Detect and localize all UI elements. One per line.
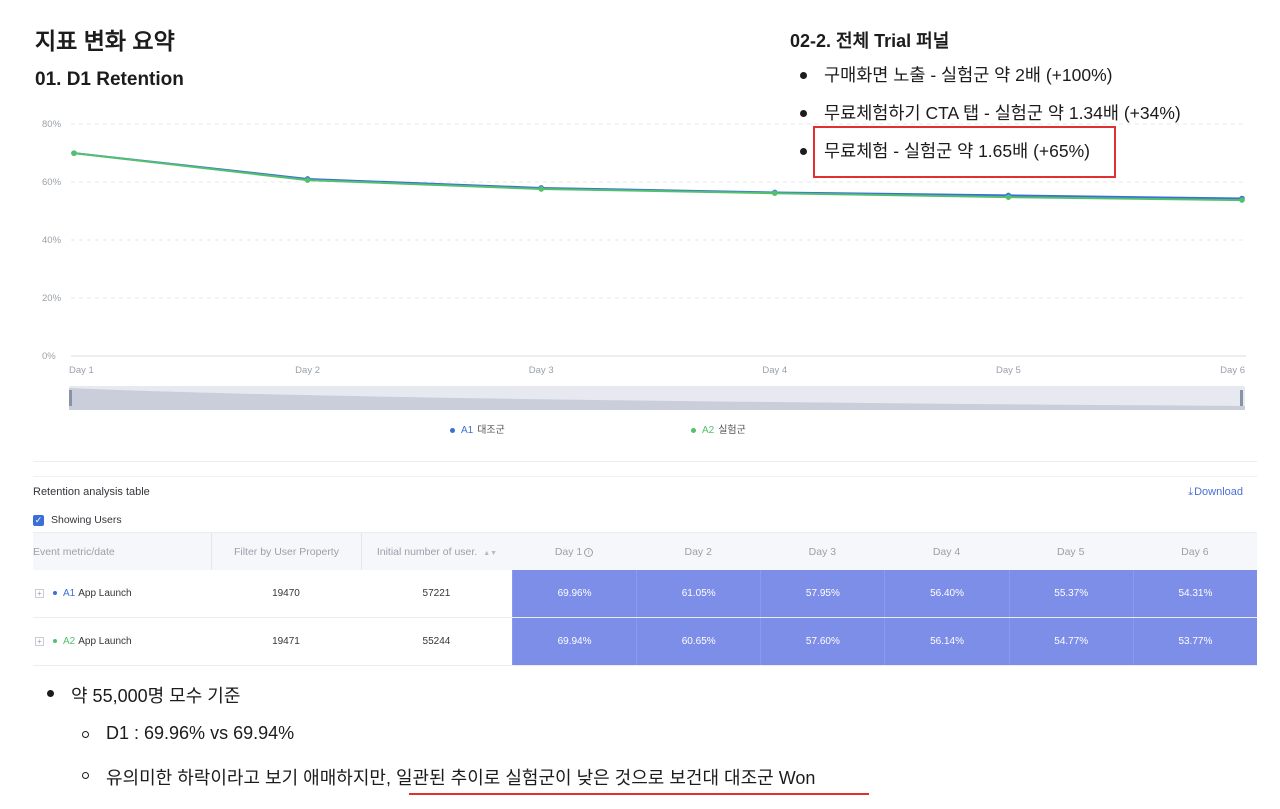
day-cell[interactable]: 69.94% [511,618,637,665]
column-header-initial-users-label: Initial number of user. [376,546,478,558]
funnel-item: 구매화면 노출 - 실험군 약 2배 (+100%) [800,62,1181,100]
day-cell[interactable]: 61.05% [636,570,761,617]
column-header-filter[interactable]: Filter by User Property [210,533,361,570]
note-subitem: D1 : 69.96% vs 69.94% [106,723,295,743]
column-header-day6[interactable]: Day 6 [1133,533,1257,570]
legend-item-a2[interactable]: A2 실험군 [691,421,746,436]
column-header-day4[interactable]: Day 4 [884,533,1008,570]
table-header-row: Event metric/date Filter by User Propert… [33,532,1257,570]
table-header-bar [33,476,1257,506]
x-tick-label: Day 2 [295,365,320,376]
sub-bullet-icon [82,772,89,779]
retention-chart-svg: 80% 60% 40% 20% 0% Day 1 Day 2 Day 3 Day 4 Day 5 D… [42,119,1246,410]
page-title: 지표 변화 요약 [35,28,175,54]
retention-table: Event metric/date Filter by User Propert… [33,532,1257,666]
column-header-day1[interactable]: Day 1i [512,533,636,570]
bullet-icon [47,690,54,697]
table-caption: Retention analysis table [33,486,150,498]
legend-code: A1 [461,425,474,436]
section-title-d1-retention: 01. D1 Retention [35,69,184,90]
filter-cell: 19470 [272,588,300,599]
data-point [538,186,544,192]
expand-icon[interactable]: + [35,636,44,646]
data-point [71,150,77,156]
data-point [772,190,778,196]
emphasis-underline [409,793,869,795]
filter-cell: 19471 [272,636,300,647]
download-label: Download [1194,486,1243,498]
section-title-trial-funnel: 02-2. 전체 Trial 퍼널 [790,31,950,51]
legend-dot-icon [450,427,455,433]
day-cell[interactable]: 55.37% [1008,570,1133,617]
series-line-a2 [73,152,1243,202]
column-header-initial-users[interactable]: Initial number of user. ▲▼ [360,533,512,570]
showing-users-checkbox[interactable]: ✓ Showing Users [33,514,122,526]
download-icon: ⤓ [1188,486,1194,498]
x-tick-label: Day 1 [69,365,94,376]
x-tick-label: Day 5 [996,365,1021,376]
legend-dot-icon [691,427,696,433]
table-row: + A2 App Launch 19471 55244 69.94% 60.65% … [33,618,1257,666]
day-cell[interactable]: 54.77% [1008,618,1133,665]
x-tick-label: Day 6 [1220,365,1245,376]
sub-bullet-icon [82,731,89,738]
legend-label: 대조군 [477,425,505,436]
series-dot-icon [53,591,57,596]
info-icon[interactable]: i [584,547,594,557]
bullet-icon [800,72,807,79]
table-row: + A1 App Launch 19470 57221 69.96% 61.05% … [33,570,1257,618]
download-button[interactable]: ⤓Download [1188,486,1243,499]
row-event: App Launch [78,588,132,599]
initial-users-cell: 55244 [422,636,451,647]
column-header-day3[interactable]: Day 3 [760,533,884,570]
row-code: A1 [63,588,76,599]
expand-icon[interactable]: + [35,588,44,598]
day-cell[interactable]: 54.31% [1132,570,1257,617]
row-event: App Launch [78,636,132,647]
x-tick-label: Day 4 [762,365,787,376]
y-tick-label: 20% [42,293,62,304]
legend-label: 실험군 [718,425,746,436]
day-cell[interactable]: 53.77% [1132,618,1257,665]
data-point [304,177,311,183]
showing-users-label: Showing Users [51,514,122,526]
series-dot-icon [53,639,57,644]
day-cell[interactable]: 56.14% [884,618,1009,665]
y-tick-label: 60% [42,177,62,188]
retention-chart: 80% 60% 40% 20% 0% Day 1 Day 2 Day 3 Day 4 Day 5 D… [33,110,1255,470]
checkbox-checked-icon[interactable]: ✓ [33,514,44,526]
note-item: 약 55,000명 모수 기준 [71,686,241,706]
day-cell[interactable]: 56.40% [884,570,1009,617]
day-cell[interactable]: 57.60% [760,618,885,665]
column-header-day5[interactable]: Day 5 [1009,533,1133,570]
y-tick-label: 0% [42,351,56,362]
initial-users-cell: 57221 [422,588,451,599]
x-tick-label: Day 3 [529,365,554,376]
event-cell: + A1 App Launch [33,570,211,617]
zoom-handle-right [1240,390,1243,406]
legend-item-a1[interactable]: A1 대조군 [450,421,505,436]
zoom-handle-left [69,390,72,406]
column-header-event[interactable]: Event metric/date [33,533,211,570]
day-cell[interactable]: 57.95% [760,570,885,617]
note-subitem: 유의미한 하락이라고 보기 애매하지만, 일관된 추이로 실험군이 낮은 것으로… [106,768,816,788]
column-header-day2[interactable]: Day 2 [636,533,760,570]
sort-icon[interactable]: ▲▼ [483,550,497,557]
legend-code: A2 [702,425,715,436]
event-cell: + A2 App Launch [33,618,211,665]
column-header-day1-label: Day 1 [554,546,583,558]
data-point [1005,194,1012,200]
day-cell[interactable]: 69.96% [511,570,637,617]
row-code: A2 [63,636,76,647]
divider [33,461,1257,462]
data-point [1239,197,1245,203]
y-tick-label: 80% [42,119,62,130]
day-cell[interactable]: 60.65% [636,618,761,665]
funnel-item-text: 구매화면 노출 - 실험군 약 2배 (+100%) [824,65,1113,85]
y-tick-label: 40% [42,235,62,246]
